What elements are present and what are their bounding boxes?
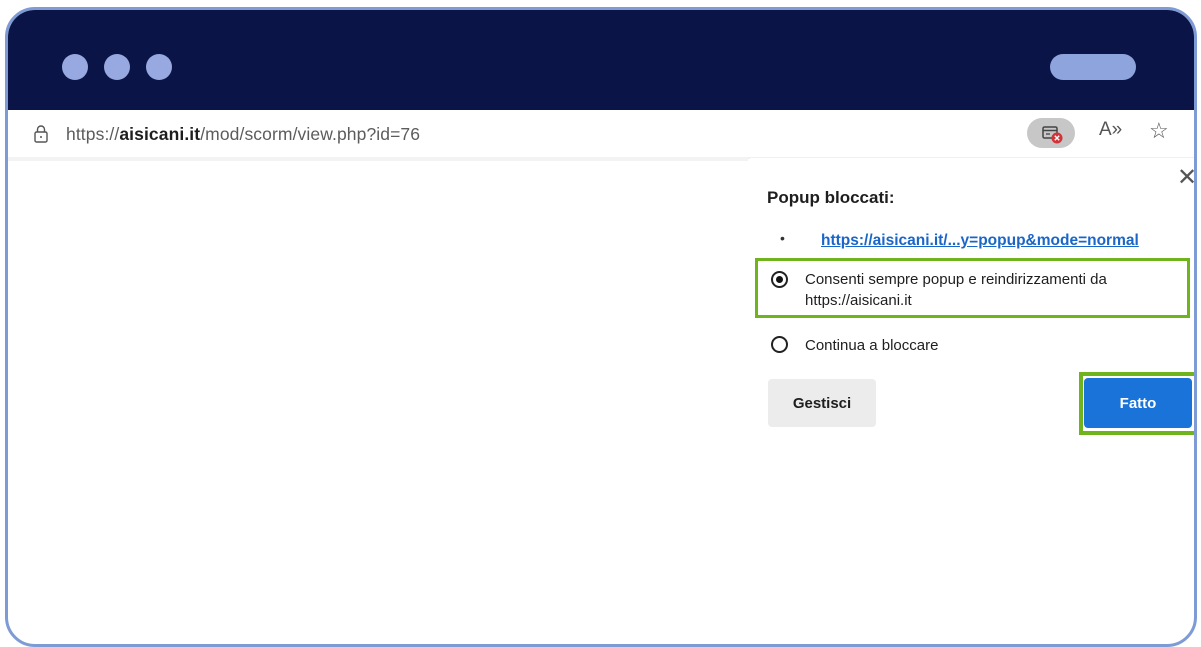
popup-blocked-button[interactable] xyxy=(1027,118,1075,148)
block-option-label[interactable]: Continua a bloccare xyxy=(805,335,938,356)
lock-icon[interactable] xyxy=(34,125,48,143)
browser-window: https://aisicani.it/mod/scorm/view.php?i… xyxy=(5,7,1197,647)
window-dot-1 xyxy=(62,54,88,80)
popup-blocked-icon xyxy=(1042,126,1063,144)
block-radio[interactable] xyxy=(771,336,788,353)
done-button[interactable]: Fatto xyxy=(1084,378,1192,428)
manage-button[interactable]: Gestisci xyxy=(768,379,876,427)
allow-radio[interactable] xyxy=(771,271,788,288)
popup-blocked-panel: ✕ Popup bloccati: • https://aisicani.it/… xyxy=(750,158,1194,448)
allow-option-line1: Consenti sempre popup e reindirizzamenti… xyxy=(805,271,1107,288)
allow-option-line2: https://aisicani.it xyxy=(805,292,912,309)
read-aloud-icon[interactable]: A» xyxy=(1099,119,1122,141)
url-domain: aisicani.it xyxy=(119,124,201,144)
address-bar[interactable]: https://aisicani.it/mod/scorm/view.php?i… xyxy=(8,110,1194,159)
list-bullet: • xyxy=(780,230,785,246)
close-icon[interactable]: ✕ xyxy=(1177,166,1194,190)
url-path: /mod/scorm/view.php?id=76 xyxy=(200,124,421,144)
title-bar xyxy=(8,10,1194,110)
url-prefix: https:// xyxy=(66,124,120,144)
window-dot-2 xyxy=(104,54,130,80)
window-dot-3 xyxy=(146,54,172,80)
popup-title: Popup bloccati: xyxy=(767,188,895,207)
address-bar-shadow xyxy=(8,157,748,161)
url-text[interactable]: https://aisicani.it/mod/scorm/view.php?i… xyxy=(66,124,420,145)
allow-option-label[interactable]: Consenti sempre popup e reindirizzamenti… xyxy=(805,269,1107,311)
window-pill xyxy=(1050,54,1136,80)
blocked-popup-link[interactable]: https://aisicani.it/...y=popup&mode=norm… xyxy=(821,232,1139,250)
star-icon[interactable]: ☆ xyxy=(1149,118,1169,144)
